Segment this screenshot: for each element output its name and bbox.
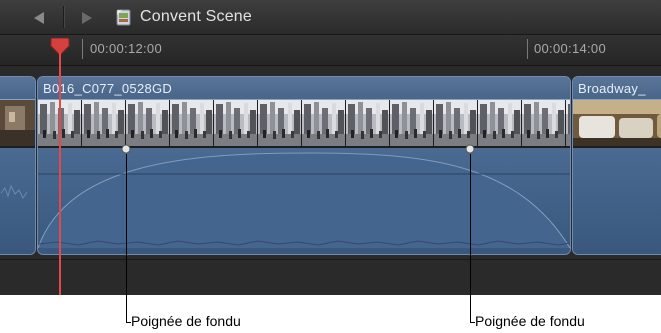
callout-leader-line (470, 154, 471, 323)
clip-header: B016_C077_0528GD (38, 77, 570, 99)
project-title: Convent Scene (140, 8, 253, 25)
forward-button[interactable] (74, 9, 100, 27)
callout-leader-tick (126, 322, 131, 323)
forward-arrow-icon (82, 12, 92, 24)
clip-header (0, 77, 35, 99)
fade-out-handle-icon[interactable] (465, 144, 475, 154)
nav-separator (63, 6, 64, 28)
back-button[interactable] (26, 9, 52, 27)
clip-audio-waveform (573, 148, 661, 254)
clip-filmstrip (38, 99, 570, 149)
clip-name: B016_C077_0528GD (43, 81, 173, 96)
fade-in-handle-icon[interactable] (121, 144, 131, 154)
callout-leader-tick (470, 322, 475, 323)
callout-leader-line (126, 154, 127, 323)
timeline-clip[interactable]: B016_C077_0528GD (37, 76, 571, 255)
ruler-major-tick (527, 39, 528, 59)
timeline-window: Convent Scene 00:00:12:00 00:00:14:00 B0… (0, 0, 661, 295)
clip-filmstrip (0, 99, 35, 149)
callout-label-fade-handle: Poignée de fondu (475, 313, 585, 329)
clip-header: Broadway_ (573, 77, 661, 99)
back-arrow-icon (34, 12, 44, 24)
clip-name: Broadway_ (578, 81, 646, 96)
callout-label-fade-handle: Poignée de fondu (131, 313, 241, 329)
clip-thumbnail (573, 100, 661, 146)
ruler-timecode: 00:00:12:00 (90, 41, 162, 56)
timeline-clip[interactable]: Broadway_ (572, 76, 661, 255)
playhead-line[interactable] (59, 52, 61, 295)
track-separator (0, 259, 661, 260)
ruler-timecode: 00:00:14:00 (534, 41, 606, 56)
clip-filmstrip (573, 99, 661, 149)
project-clapper-icon (116, 9, 131, 26)
timeline-clip[interactable] (0, 76, 36, 255)
ruler-major-tick (82, 39, 83, 59)
timeline-ruler[interactable]: 00:00:12:00 00:00:14:00 (0, 35, 661, 66)
clip-audio-waveform (0, 148, 35, 254)
clip-thumbnail (0, 100, 35, 146)
timeline-title-bar: Convent Scene (0, 0, 661, 35)
clip-audio-waveform (38, 148, 570, 254)
clip-thumbnails (38, 100, 570, 146)
